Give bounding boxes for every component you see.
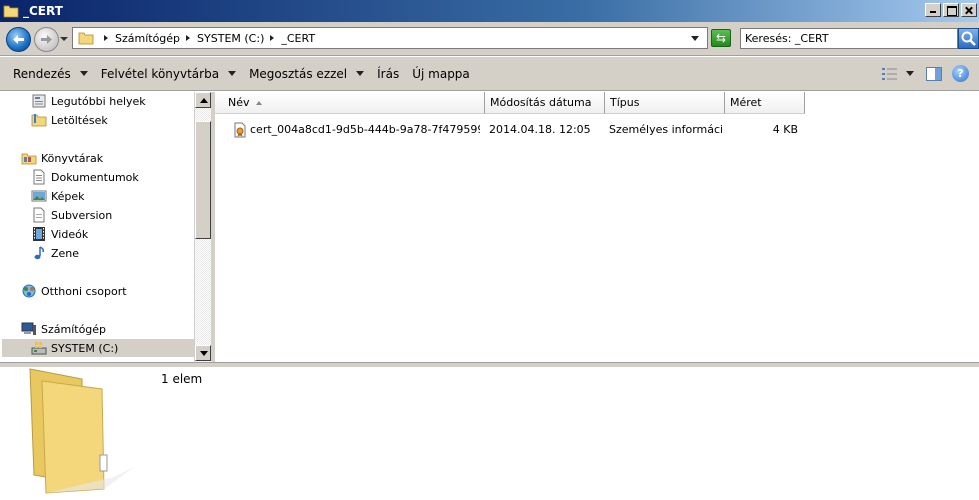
drive-icon <box>31 342 47 355</box>
view-details-icon[interactable] <box>882 67 898 81</box>
downloads-folder-icon <box>31 114 47 127</box>
scroll-thumb[interactable] <box>195 121 211 239</box>
breadcrumb-system-c[interactable]: SYSTEM (C:) <box>186 32 264 45</box>
subversion-library-icon <box>33 207 45 223</box>
folder-icon <box>3 5 19 18</box>
chevron-right-icon <box>186 35 191 41</box>
column-header-name[interactable]: Név <box>215 92 485 114</box>
file-list: Név Módosítás dátuma Típus Méret cert_00… <box>215 92 979 362</box>
chevron-down-icon <box>79 71 88 76</box>
navigation-pane: Legutóbbi helyek Letöltések Könyvtárak D… <box>0 92 194 362</box>
burn-button[interactable]: Írás <box>377 67 399 81</box>
folder-icon <box>78 32 94 45</box>
sort-ascending-icon <box>255 101 262 105</box>
close-button[interactable] <box>961 3 977 17</box>
arrow-left-icon <box>13 35 24 44</box>
nav-item-pictures[interactable]: Képek <box>31 187 85 205</box>
chevron-down-icon <box>356 71 365 76</box>
chevron-right-icon <box>270 35 275 41</box>
forward-button[interactable] <box>34 27 59 52</box>
nav-item-homegroup[interactable]: Otthoni csoport <box>21 282 127 300</box>
nav-item-recent-places[interactable]: Legutóbbi helyek <box>31 92 146 110</box>
libraries-icon <box>21 153 37 165</box>
refresh-button[interactable]: ⇆ <box>711 29 731 47</box>
column-header-size[interactable]: Méret <box>725 92 805 114</box>
nav-item-videos[interactable]: Videók <box>31 225 88 243</box>
title-bar: _CERT <box>0 0 979 22</box>
details-pane: 1 elem <box>0 367 979 500</box>
nav-item-subversion[interactable]: Subversion <box>31 206 112 224</box>
address-dropdown[interactable] <box>691 36 699 41</box>
file-name: cert_004a8cd1-9d5b-444b-9a78-7f4795996..… <box>250 123 480 136</box>
item-count: 1 elem <box>161 372 203 386</box>
history-dropdown[interactable] <box>60 37 68 41</box>
file-type: Személyes informáci... <box>609 123 724 136</box>
nav-item-computer[interactable]: Számítógép <box>21 320 106 338</box>
nav-item-music[interactable]: Zene <box>31 244 79 262</box>
minimize-button[interactable] <box>925 3 941 17</box>
file-row[interactable]: cert_004a8cd1-9d5b-444b-9a78-7f4795996..… <box>215 120 815 140</box>
breadcrumb-cert[interactable]: _CERT <box>270 32 315 45</box>
search-icon <box>961 31 976 46</box>
arrow-right-icon <box>41 35 52 44</box>
computer-icon <box>21 322 36 335</box>
videos-icon <box>33 227 45 241</box>
address-bar[interactable]: Számítógép SYSTEM (C:) _CERT <box>72 27 708 49</box>
documents-icon <box>33 169 45 185</box>
scroll-down-button[interactable] <box>195 345 211 361</box>
add-to-library-menu[interactable]: Felvétel könyvtárba <box>101 67 237 81</box>
column-header-modified[interactable]: Módosítás dátuma <box>485 92 605 114</box>
window-title: _CERT <box>23 4 63 18</box>
chevron-right-icon <box>104 35 108 41</box>
breadcrumb-computer[interactable]: Számítógép <box>104 32 180 45</box>
organize-menu[interactable]: Rendezés <box>13 67 88 81</box>
column-header-type[interactable]: Típus <box>605 92 725 114</box>
preview-pane-icon[interactable] <box>926 66 942 81</box>
nav-item-documents[interactable]: Dokumentumok <box>31 168 139 186</box>
view-options-dropdown[interactable] <box>906 71 914 76</box>
recent-places-icon <box>32 94 46 108</box>
help-icon[interactable]: ? <box>952 65 969 82</box>
scroll-up-button[interactable] <box>195 92 211 108</box>
new-folder-button[interactable]: Új mappa <box>412 67 470 81</box>
back-button[interactable] <box>6 27 31 52</box>
chevron-down-icon <box>228 71 237 76</box>
homegroup-icon <box>22 284 36 298</box>
nav-item-libraries[interactable]: Könyvtárak <box>21 149 103 167</box>
command-bar: Rendezés Felvétel könyvtárba Megosztás e… <box>0 57 979 91</box>
nav-item-downloads[interactable]: Letöltések <box>31 111 108 129</box>
address-row: Számítógép SYSTEM (C:) _CERT ⇆ Keresés: … <box>0 22 979 56</box>
chevron-up-icon <box>200 98 208 103</box>
nav-scrollbar[interactable] <box>194 92 211 362</box>
file-modified: 2014.04.18. 12:05 <box>489 123 591 136</box>
folder-icon <box>29 368 134 494</box>
music-note-icon <box>34 246 44 260</box>
maximize-button[interactable] <box>943 3 959 17</box>
file-size: 4 KB <box>772 123 798 136</box>
pictures-icon <box>31 190 47 202</box>
share-with-menu[interactable]: Megosztás ezzel <box>249 67 365 81</box>
certificate-file-icon <box>234 122 246 138</box>
search-input[interactable]: Keresés: _CERT <box>740 28 958 49</box>
nav-item-system-c[interactable]: SYSTEM (C:) <box>2 339 194 357</box>
chevron-down-icon <box>200 351 208 356</box>
search-button[interactable] <box>958 28 979 49</box>
refresh-icon: ⇆ <box>715 31 727 45</box>
